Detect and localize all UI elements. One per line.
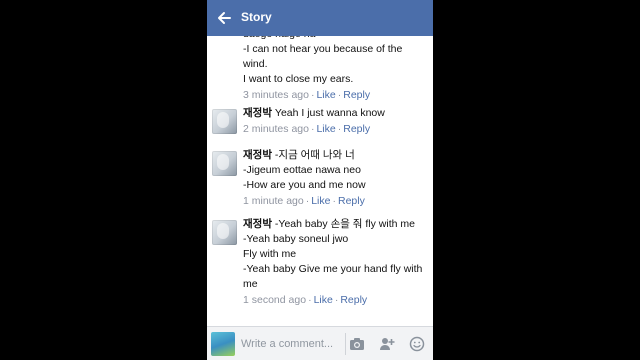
comment-text: 재정박 -Yeah baby 손을 줘 fly with me -Yeah ba… <box>243 217 427 292</box>
reply-link[interactable]: Reply <box>343 89 370 101</box>
camera-icon[interactable] <box>349 336 365 352</box>
comment-meta: 1 minute ago · Like · Reply <box>243 194 427 209</box>
reply-link[interactable]: Reply <box>338 195 365 207</box>
reply-link[interactable]: Reply <box>343 123 370 135</box>
page-title: Story <box>241 10 272 24</box>
comment-author[interactable]: 재정박 <box>243 107 272 119</box>
like-link[interactable]: Like <box>314 294 333 306</box>
divider <box>345 333 346 355</box>
tag-friend-icon[interactable] <box>379 336 395 352</box>
top-bar: Story <box>207 0 433 36</box>
comment-time: 3 minutes ago <box>243 89 309 101</box>
separator-dot: · <box>332 195 336 207</box>
comments-list[interactable]: daego halge ha -I can not hear you becau… <box>207 36 433 326</box>
comment-text: daego halge ha -I can not hear you becau… <box>243 36 403 85</box>
comment-author[interactable]: 재정박 <box>243 218 272 230</box>
reply-link[interactable]: Reply <box>340 294 367 306</box>
comment-body: 재정박 -지금 어때 나와 너 -Jigeum eottae nawa neo … <box>243 148 427 209</box>
avatar[interactable] <box>212 151 237 176</box>
user-avatar <box>211 332 235 356</box>
separator-dot: · <box>308 294 312 306</box>
back-arrow-icon[interactable] <box>217 11 231 25</box>
comment-composer <box>207 326 433 360</box>
comment-meta: 3 minutes ago · Like · Reply <box>243 88 427 103</box>
like-link[interactable]: Like <box>316 89 335 101</box>
avatar[interactable] <box>212 220 237 245</box>
emoji-icon[interactable] <box>409 336 425 352</box>
like-link[interactable]: Like <box>311 195 330 207</box>
comment-time: 2 minutes ago <box>243 123 309 135</box>
comment-time: 1 minute ago <box>243 195 304 207</box>
comment-text: 재정박 -지금 어때 나와 너 -Jigeum eottae nawa neo … <box>243 148 427 193</box>
comment-time: 1 second ago <box>243 294 307 306</box>
like-link[interactable]: Like <box>316 123 335 135</box>
comment-body: 재정박 Yeah I just wanna know 2 minutes ago… <box>243 106 427 137</box>
avatar[interactable] <box>212 109 237 134</box>
comment-body: 재정박 -Yeah baby 손을 줘 fly with me -Yeah ba… <box>243 217 427 308</box>
comment-meta: 1 second ago · Like · Reply <box>243 293 427 308</box>
comment-meta: 2 minutes ago · Like · Reply <box>243 122 427 137</box>
comment-message: Yeah I just wanna know <box>274 107 385 119</box>
comment-text: 재정박 Yeah I just wanna know <box>243 106 427 121</box>
comment-input[interactable] <box>241 334 341 354</box>
comment-author[interactable]: 재정박 <box>243 149 272 161</box>
comment-body: daego halge ha -I can not hear you becau… <box>243 36 427 103</box>
phone-screen: Story daego halge ha -I can not hear you… <box>207 0 433 360</box>
